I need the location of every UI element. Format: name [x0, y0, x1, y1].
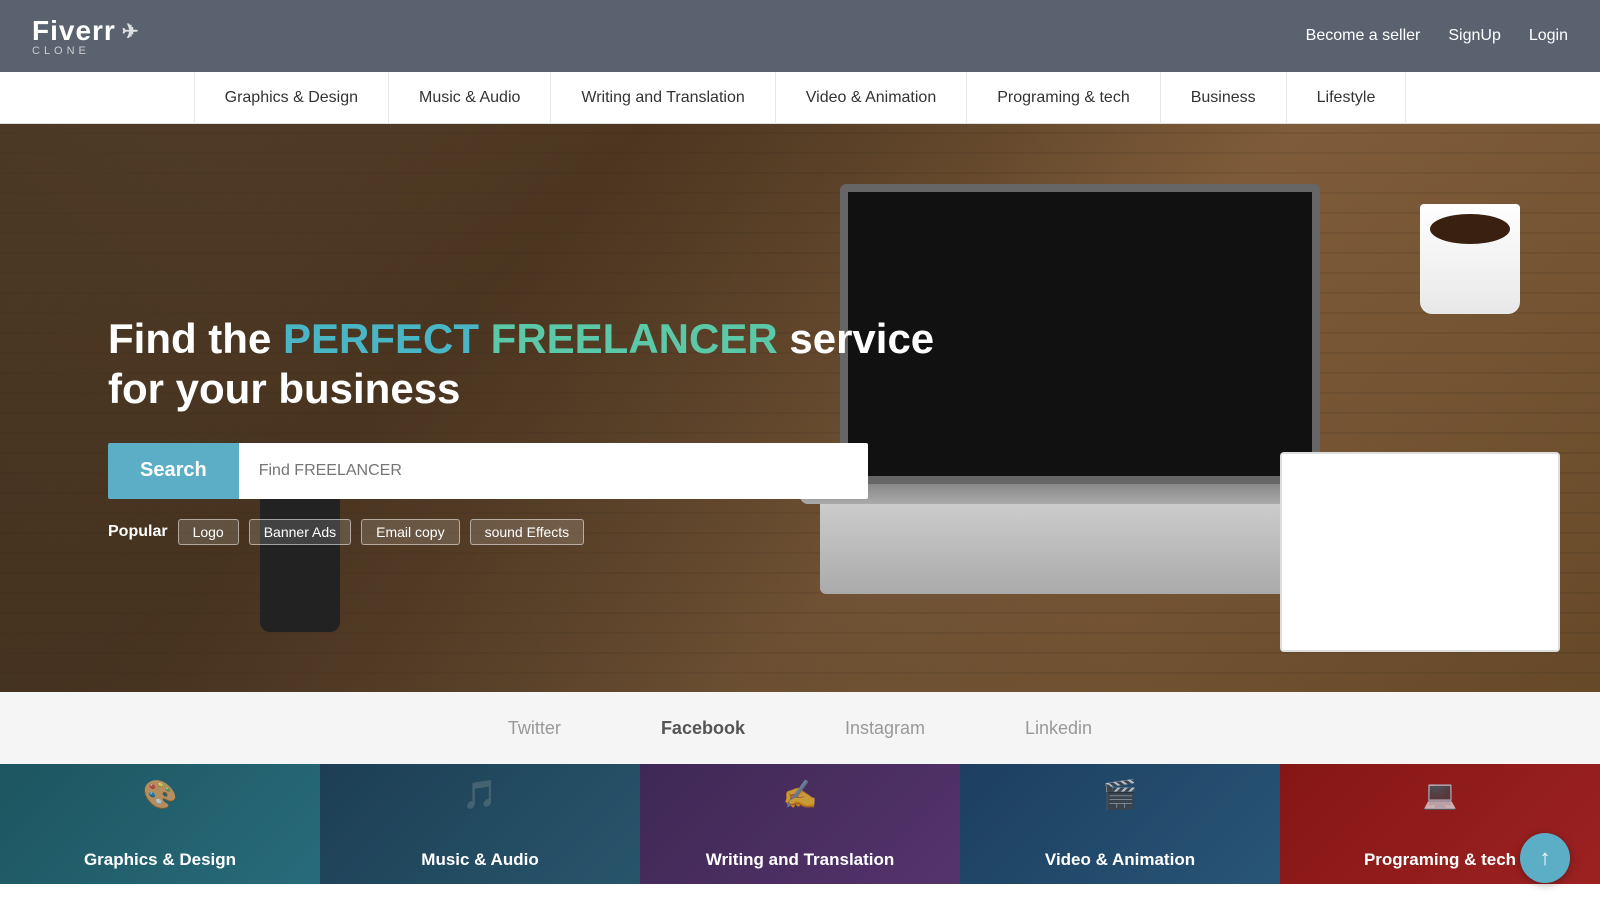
social-facebook[interactable]: Facebook: [661, 718, 745, 739]
card-music[interactable]: 🎵 Music & Audio: [320, 764, 640, 884]
video-icon: 🎬: [1103, 778, 1138, 811]
popular-tag-email-copy[interactable]: Email copy: [361, 519, 459, 545]
become-seller-link[interactable]: Become a seller: [1306, 27, 1421, 45]
hero-content: Find the PERFECT FREELANCER service for …: [108, 314, 978, 545]
card-label-video: Video & Animation: [960, 850, 1280, 870]
popular-tag-banner-ads[interactable]: Banner Ads: [249, 519, 351, 545]
social-twitter[interactable]: Twitter: [508, 718, 561, 739]
nav-item-writing[interactable]: Writing and Translation: [551, 72, 775, 124]
card-graphics[interactable]: 🎨 Graphics & Design: [0, 764, 320, 884]
logo-text: Fiverr: [32, 15, 116, 47]
headline-part1: Find the: [108, 315, 283, 362]
logo: Fiverr ✈ CLONE: [32, 15, 140, 57]
card-label-writing: Writing and Translation: [640, 850, 960, 870]
header-nav: Become a seller SignUp Login: [1306, 27, 1568, 45]
hero-notebook-decoration: [1280, 452, 1560, 652]
scroll-to-top-button[interactable]: ↑: [1520, 833, 1570, 883]
top-header: Fiverr ✈ CLONE Become a seller SignUp Lo…: [0, 0, 1600, 72]
popular-row: Popular Logo Banner Ads Email copy sound…: [108, 519, 978, 545]
category-cards-row: 🎨 Graphics & Design 🎵 Music & Audio ✍ Wr…: [0, 764, 1600, 884]
popular-tag-logo[interactable]: Logo: [178, 519, 239, 545]
card-writing[interactable]: ✍ Writing and Translation: [640, 764, 960, 884]
logo-icon: ✈: [122, 19, 140, 44]
popular-tag-sound-effects[interactable]: sound Effects: [470, 519, 585, 545]
programming-icon: 💻: [1423, 778, 1458, 811]
login-link[interactable]: Login: [1529, 27, 1568, 45]
coffee-cup: [1420, 204, 1520, 314]
social-bar: Twitter Facebook Instagram Linkedin: [0, 692, 1600, 764]
search-button[interactable]: Search: [108, 443, 239, 499]
popular-label: Popular: [108, 523, 168, 541]
nav-item-music[interactable]: Music & Audio: [389, 72, 551, 124]
graphics-icon: 🎨: [143, 778, 178, 811]
headline-perfect: PERFECT: [283, 315, 491, 362]
card-video[interactable]: 🎬 Video & Animation: [960, 764, 1280, 884]
coffee-liquid: [1430, 214, 1510, 244]
search-bar: Search: [108, 443, 868, 499]
hero-section: Find the PERFECT FREELANCER service for …: [0, 124, 1600, 692]
headline-freelancer: FREELANCER: [491, 315, 778, 362]
nav-item-graphics[interactable]: Graphics & Design: [194, 72, 389, 124]
logo-main: Fiverr ✈: [32, 15, 140, 47]
music-icon: 🎵: [463, 778, 498, 811]
writing-icon: ✍: [783, 778, 818, 811]
card-label-music: Music & Audio: [320, 850, 640, 870]
nav-item-business[interactable]: Business: [1161, 72, 1287, 124]
social-instagram[interactable]: Instagram: [845, 718, 925, 739]
nav-item-video[interactable]: Video & Animation: [776, 72, 967, 124]
hero-headline: Find the PERFECT FREELANCER service for …: [108, 314, 978, 415]
hero-coffee-decoration: [1400, 204, 1540, 354]
search-input[interactable]: [239, 443, 868, 499]
card-label-graphics: Graphics & Design: [0, 850, 320, 870]
signup-link[interactable]: SignUp: [1448, 27, 1500, 45]
social-linkedin[interactable]: Linkedin: [1025, 718, 1092, 739]
nav-item-lifestyle[interactable]: Lifestyle: [1287, 72, 1407, 124]
main-nav: Graphics & Design Music & Audio Writing …: [0, 72, 1600, 124]
logo-sub: CLONE: [32, 45, 140, 57]
nav-item-programming[interactable]: Programing & tech: [967, 72, 1161, 124]
